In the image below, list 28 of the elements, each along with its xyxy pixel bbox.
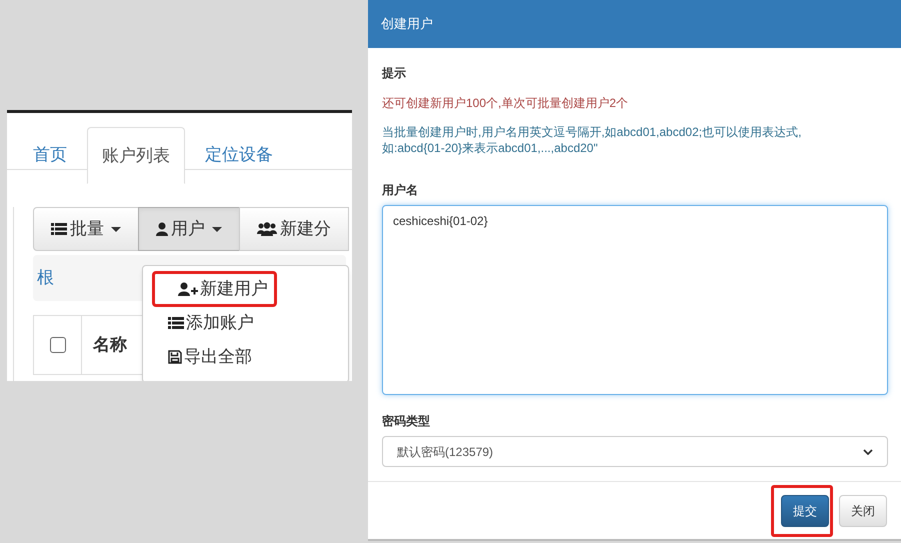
breadcrumb-link[interactable]: 根 [37, 265, 54, 291]
submit-button[interactable]: 提交 [781, 494, 829, 526]
user-icon [156, 222, 168, 236]
username-field[interactable]: ceshiceshi{01-02} [382, 205, 888, 395]
password-type-select[interactable]: 默认密码(123579) [382, 436, 888, 467]
select-all-checkbox[interactable] [50, 337, 66, 353]
menu-item[interactable]: 新建用户 [153, 272, 276, 306]
chevron-down-icon [863, 448, 873, 454]
hint-heading: 提示 [382, 65, 407, 82]
field-label: 用户名 [382, 182, 419, 199]
tab[interactable]: 定位设备 [185, 127, 293, 183]
toolbar-button[interactable]: 批量 [33, 207, 139, 251]
toolbar-button[interactable]: 新建分 [239, 207, 349, 251]
list-icon [51, 222, 67, 236]
list-icon [168, 316, 184, 330]
menu-item[interactable]: 添加账户 [143, 306, 348, 340]
tab[interactable]: 账户列表 [87, 127, 185, 184]
quota-text: 还可创建新用户100个,单次可批量创建用户2个 [382, 95, 630, 112]
tab[interactable]: 首页 [13, 127, 87, 183]
column-header: 名称 [93, 334, 128, 356]
users-icon [257, 222, 277, 236]
add-user-icon [178, 282, 198, 296]
help-text: 当批量创建用户时,用户名用英文逗号隔开,如abcd01,abcd02;也可以使用表达式, 如:abcd{01-20}来表示abcd01,...,abcd20" [382, 124, 802, 156]
close-button[interactable]: 关闭 [839, 494, 887, 526]
toolbar-button[interactable]: 用户 [138, 207, 240, 251]
menu-item[interactable]: 导出全部 [143, 340, 348, 374]
dialog-title: 创建用户 [381, 15, 433, 34]
field-label: 密码类型 [382, 413, 431, 430]
